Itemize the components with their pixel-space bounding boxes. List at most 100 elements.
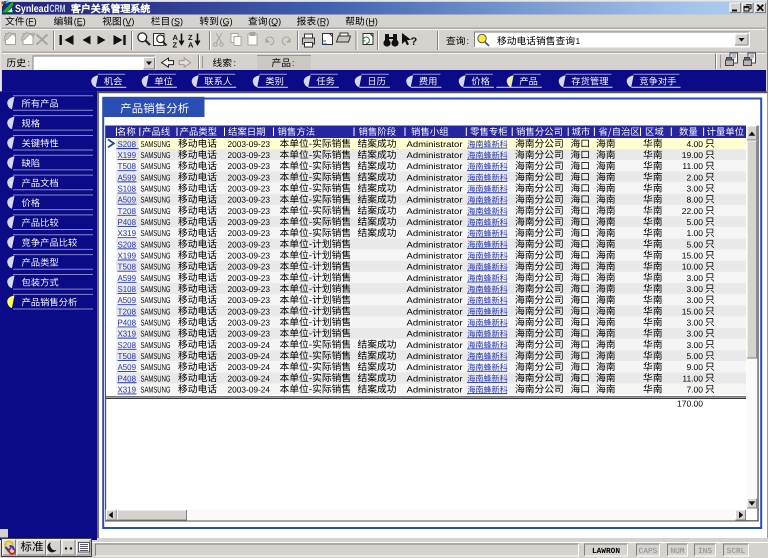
svg-text:X199: X199 — [118, 251, 137, 261]
svg-text:2.00: 2.00 — [686, 172, 703, 182]
svg-text:SAMSUNG: SAMSUNG — [141, 306, 171, 316]
svg-text:T508: T508 — [118, 262, 137, 272]
svg-text:Administrator: Administrator — [407, 172, 463, 182]
svg-text:P408: P408 — [118, 217, 137, 227]
svg-text:2003-09-23: 2003-09-23 — [228, 295, 271, 305]
svg-text:SAMSUNG: SAMSUNG — [141, 195, 171, 205]
svg-text:SAMSUNG: SAMSUNG — [141, 262, 171, 272]
svg-text:SAMSUNG: SAMSUNG — [141, 384, 171, 394]
svg-text:SAMSUNG: SAMSUNG — [141, 251, 171, 261]
svg-text:2003-09-23: 2003-09-23 — [228, 306, 271, 316]
svg-text:S108: S108 — [118, 284, 137, 294]
svg-text:15.00: 15.00 — [682, 251, 704, 261]
svg-text:2003-09-23: 2003-09-23 — [228, 273, 271, 283]
svg-text:P408: P408 — [118, 373, 137, 383]
svg-text:?: ? — [411, 36, 418, 48]
svg-text:Administrator: Administrator — [407, 329, 463, 339]
svg-text:2003-09-23: 2003-09-23 — [228, 284, 271, 294]
svg-text:(G): (G) — [220, 17, 233, 27]
svg-text:Administrator: Administrator — [407, 262, 463, 272]
svg-text:Administrator: Administrator — [407, 273, 463, 283]
svg-text:11.00: 11.00 — [682, 161, 703, 171]
svg-text:A: A — [188, 41, 194, 50]
svg-text:3.00: 3.00 — [686, 184, 703, 194]
svg-text:10.00: 10.00 — [682, 262, 704, 272]
svg-text::: : — [28, 58, 31, 68]
svg-text:Administrator: Administrator — [407, 340, 463, 350]
svg-text:X199: X199 — [118, 150, 137, 160]
svg-text:5.00: 5.00 — [686, 239, 703, 249]
svg-text:9.00: 9.00 — [686, 362, 703, 372]
svg-text:1: 1 — [576, 36, 581, 46]
svg-text:X319: X319 — [118, 228, 137, 238]
svg-text:2003-09-23: 2003-09-23 — [228, 195, 271, 205]
svg-text:Administrator: Administrator — [407, 351, 463, 361]
svg-text:2003-09-23: 2003-09-23 — [228, 217, 271, 227]
svg-text:2003-09-24: 2003-09-24 — [228, 340, 271, 350]
svg-text::: : — [467, 36, 470, 46]
svg-text:2003-09-23: 2003-09-23 — [228, 139, 271, 149]
svg-text:Administrator: Administrator — [407, 317, 463, 327]
svg-text:2003-09-23: 2003-09-23 — [228, 172, 271, 182]
svg-text:11.00: 11.00 — [682, 373, 703, 383]
svg-text:3.00: 3.00 — [686, 329, 703, 339]
svg-text:?: ? — [31, 31, 36, 40]
svg-text:SAMSUNG: SAMSUNG — [141, 284, 171, 294]
svg-text:Administrator: Administrator — [407, 217, 463, 227]
svg-text:2003-09-23: 2003-09-23 — [228, 150, 271, 160]
svg-text:Administrator: Administrator — [407, 184, 463, 194]
svg-text:T208: T208 — [118, 306, 137, 316]
svg-text:LAWRON: LAWRON — [592, 547, 620, 556]
svg-text:5.00: 5.00 — [686, 351, 703, 361]
svg-text:S208: S208 — [118, 340, 137, 350]
svg-text:A509: A509 — [118, 295, 137, 305]
svg-text:3.00: 3.00 — [686, 317, 703, 327]
svg-text:A599: A599 — [118, 172, 137, 182]
svg-text:X319: X319 — [118, 329, 137, 339]
svg-text:NUM: NUM — [670, 547, 684, 556]
svg-text:T208: T208 — [118, 206, 137, 216]
svg-text:Administrator: Administrator — [407, 306, 463, 316]
svg-text:SAMSUNG: SAMSUNG — [141, 373, 171, 383]
svg-text:8.00: 8.00 — [686, 195, 703, 205]
svg-text:(V): (V) — [122, 17, 134, 27]
svg-text:SAMSUNG: SAMSUNG — [141, 139, 171, 149]
svg-text:Administrator: Administrator — [407, 228, 463, 238]
svg-text:1.00: 1.00 — [686, 228, 703, 238]
svg-text:SAMSUNG: SAMSUNG — [141, 217, 171, 227]
svg-text:SAMSUNG: SAMSUNG — [141, 161, 171, 171]
svg-text:CAPS: CAPS — [639, 547, 658, 556]
svg-text:22.00: 22.00 — [682, 206, 704, 216]
svg-text:15.00: 15.00 — [682, 306, 704, 316]
svg-text:S208: S208 — [118, 239, 137, 249]
svg-text:Z: Z — [173, 41, 178, 50]
svg-text:SAMSUNG: SAMSUNG — [141, 172, 171, 182]
svg-text:SAMSUNG: SAMSUNG — [141, 228, 171, 238]
svg-text:Administrator: Administrator — [407, 251, 463, 261]
svg-text:7.00: 7.00 — [686, 384, 703, 394]
svg-text:19.00: 19.00 — [682, 150, 704, 160]
svg-text:2003-09-23: 2003-09-23 — [228, 251, 271, 261]
svg-text:SAMSUNG: SAMSUNG — [141, 150, 171, 160]
svg-text:SAMSUNG: SAMSUNG — [141, 206, 171, 216]
svg-text:2003-09-23: 2003-09-23 — [228, 206, 271, 216]
svg-text:2003-09-23: 2003-09-23 — [228, 262, 271, 272]
svg-text:Administrator: Administrator — [407, 239, 463, 249]
svg-text:2003-09-24: 2003-09-24 — [228, 384, 271, 394]
svg-text:T508: T508 — [118, 351, 137, 361]
svg-text:3.00: 3.00 — [686, 295, 703, 305]
svg-text:A509: A509 — [118, 362, 137, 372]
svg-text:2003-09-23: 2003-09-23 — [228, 228, 271, 238]
svg-text::: : — [292, 58, 295, 68]
svg-text:3.00: 3.00 — [686, 340, 703, 350]
svg-text:X319: X319 — [118, 384, 137, 394]
svg-text:(S): (S) — [171, 17, 183, 27]
svg-text:SAMSUNG: SAMSUNG — [141, 317, 171, 327]
svg-text:4.00: 4.00 — [686, 139, 703, 149]
svg-text:3.00: 3.00 — [686, 273, 703, 283]
svg-text:2003-09-24: 2003-09-24 — [228, 351, 271, 361]
svg-text:2003-09-24: 2003-09-24 — [228, 373, 271, 383]
svg-text:(Q): (Q) — [268, 17, 281, 27]
svg-text:2003-09-23: 2003-09-23 — [228, 329, 271, 339]
svg-text:S108: S108 — [118, 184, 137, 194]
